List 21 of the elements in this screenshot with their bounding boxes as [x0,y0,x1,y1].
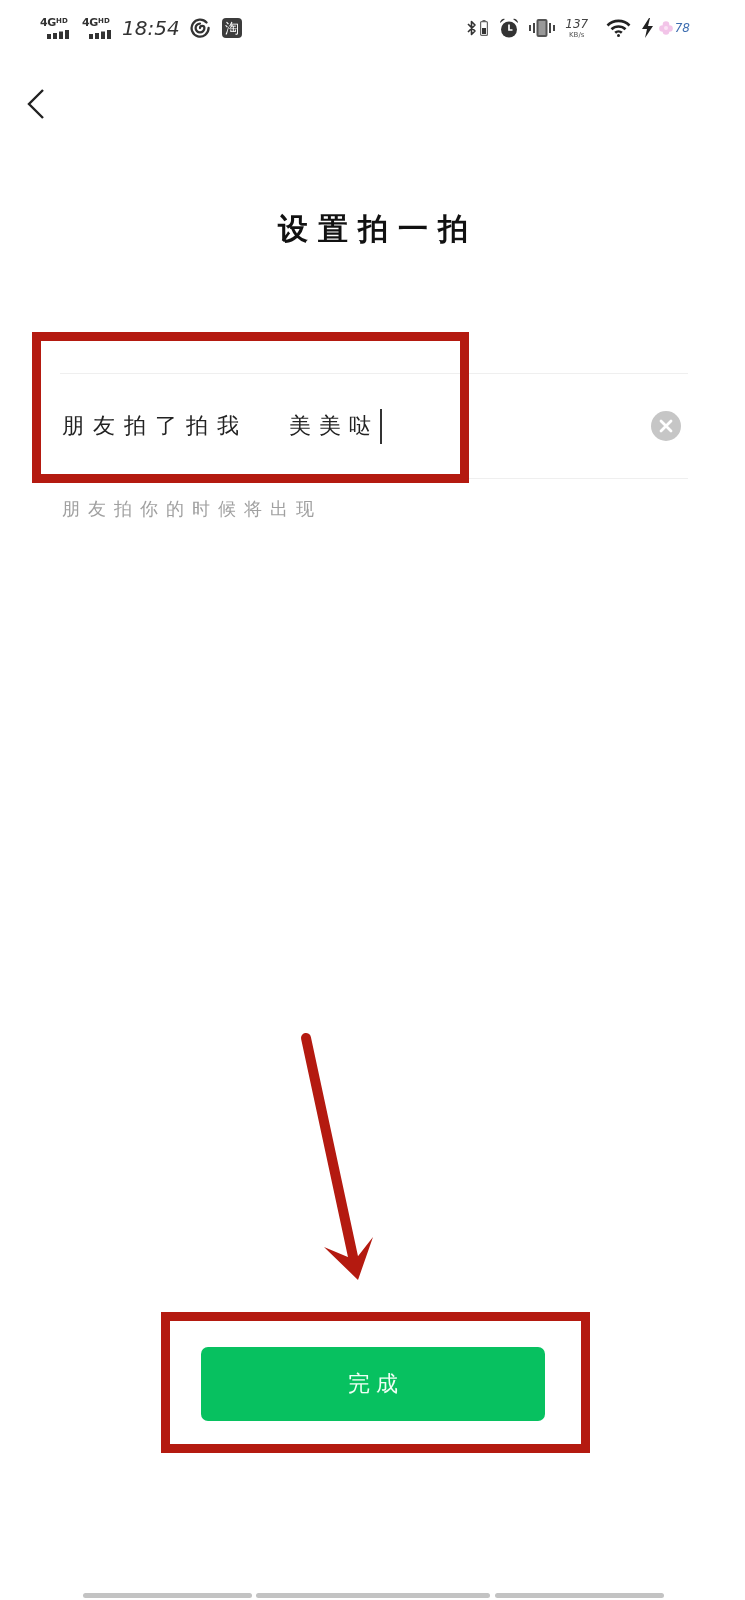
hint-text: 朋友拍你的时候将出现 [62,498,322,519]
page-title: 设置拍一拍 [276,210,478,248]
back-icon[interactable] [27,88,45,120]
alarm-clock-icon [498,18,519,38]
vibrate-icon [528,18,555,38]
signal-bars-icon [47,30,70,39]
bluetooth-icon [465,19,477,37]
signal-bars-icon [89,30,112,39]
clock-time: 18:54 [122,16,180,40]
charging-bolt-icon [641,18,653,38]
text-input[interactable]: 美美哒 [289,411,379,441]
prefix-label: 朋友拍了拍我 [62,412,248,440]
network-speed: 137 [565,17,589,31]
app-notification-tile: 淘 [221,18,242,38]
flower-icon [658,21,673,35]
swirl-icon [189,18,210,38]
device-battery-icon [479,20,488,36]
wifi-icon [605,19,631,37]
battery-percentage: 78 [674,21,690,35]
network-type-label: 4G [82,17,99,29]
network-type-label: 4G [40,17,57,29]
